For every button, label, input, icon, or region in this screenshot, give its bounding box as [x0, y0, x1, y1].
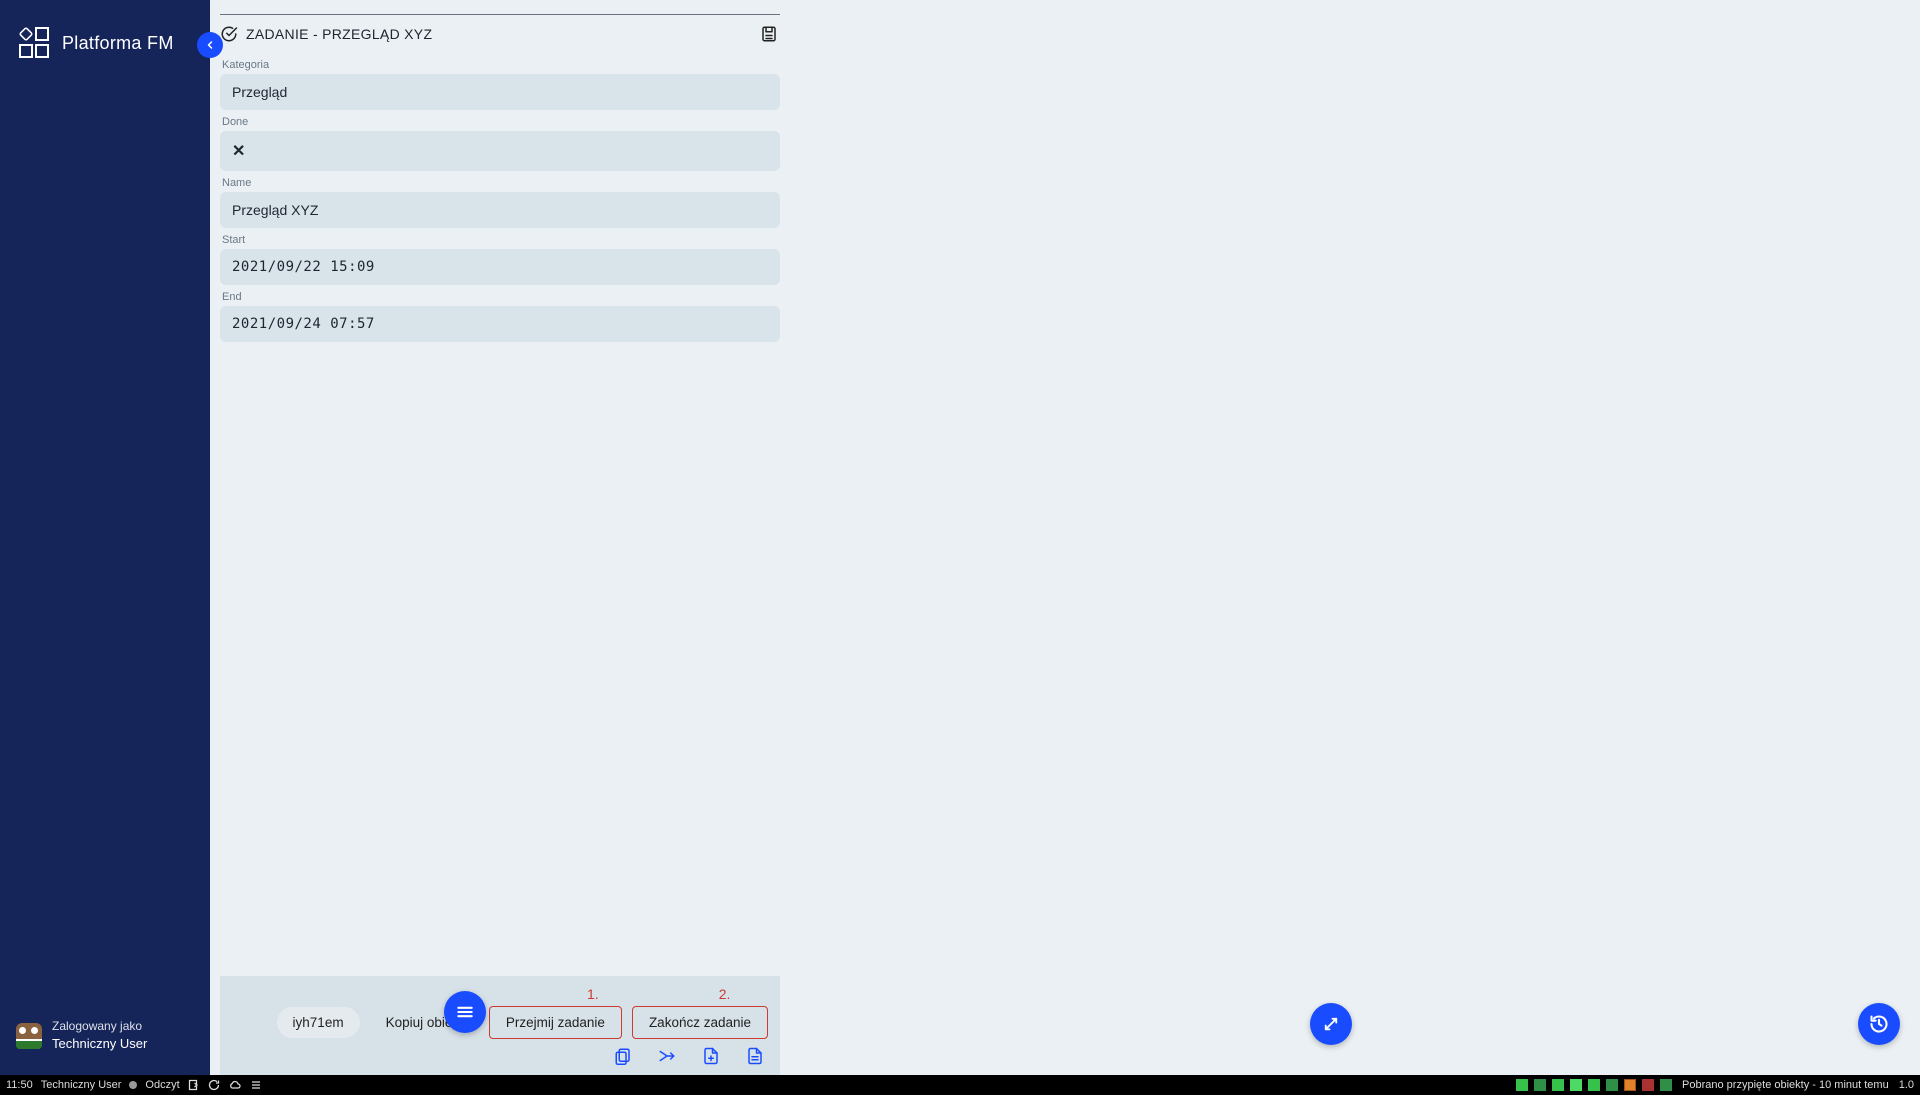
status-dot-icon: [129, 1081, 137, 1089]
status-bar: 11:50 Techniczny User Odczyt Pobrano prz…: [0, 1075, 1920, 1095]
sidebar-collapse-button[interactable]: [197, 32, 223, 58]
status-user: Techniczny User: [41, 1079, 122, 1091]
field-end-label: End: [220, 291, 780, 303]
app-brand: Platforma FM: [62, 33, 174, 54]
annotation-1: 1.: [587, 986, 599, 1002]
field-done-label: Done: [220, 116, 780, 128]
task-code-chip[interactable]: iyh71em: [277, 1007, 360, 1038]
file-text-icon[interactable]: [746, 1047, 764, 1065]
app-logo: [18, 26, 52, 60]
clipboard-icon[interactable]: [614, 1047, 632, 1065]
task-check-icon: [220, 25, 238, 43]
sidebar: Platforma FM Zalogowany jako Techniczny …: [0, 0, 210, 1075]
username: Techniczny User: [52, 1035, 147, 1053]
status-tray-icons: [1516, 1079, 1672, 1091]
status-version: 1.0: [1899, 1079, 1914, 1091]
status-list-icon[interactable]: [250, 1079, 262, 1091]
page-title: ZADANIE - PRZEGLĄD XYZ: [246, 26, 432, 42]
finish-task-button[interactable]: Zakończ zadanie: [632, 1006, 768, 1039]
field-kategoria[interactable]: Przegląd: [220, 74, 780, 110]
field-done[interactable]: ✕: [220, 131, 780, 171]
save-icon[interactable]: [760, 25, 778, 43]
field-kategoria-label: Kategoria: [220, 59, 780, 71]
logged-as-label: Zalogowany jako: [52, 1018, 147, 1035]
status-time: 11:50: [6, 1079, 33, 1091]
field-start[interactable]: 2021/09/22 15:09: [220, 249, 780, 285]
file-plus-icon[interactable]: [702, 1047, 720, 1065]
status-cloud-icon[interactable]: [228, 1079, 242, 1091]
fab-history-button[interactable]: [1858, 1003, 1900, 1045]
field-start-label: Start: [220, 234, 780, 246]
task-panel: ZADANIE - PRZEGLĄD XYZ Kategoria Przeglą…: [220, 0, 780, 1075]
content-area: ZADANIE - PRZEGLĄD XYZ Kategoria Przeglą…: [210, 0, 1920, 1075]
annotation-2: 2.: [719, 986, 731, 1002]
field-name[interactable]: Przegląd XYZ: [220, 192, 780, 228]
avatar: [16, 1023, 42, 1049]
divider: [220, 14, 780, 15]
status-message: Pobrano przypięte obiekty - 10 minut tem…: [1682, 1079, 1889, 1091]
status-exit-icon[interactable]: [188, 1079, 200, 1091]
field-end[interactable]: 2021/09/24 07:57: [220, 306, 780, 342]
fab-menu-button[interactable]: [444, 991, 486, 1033]
task-footer: 1. 2. iyh71em Kopiuj obiekt Przejmij zad…: [220, 976, 780, 1075]
field-name-label: Name: [220, 177, 780, 189]
fab-expand-button[interactable]: [1310, 1003, 1352, 1045]
merge-icon[interactable]: [658, 1047, 676, 1065]
status-mode: Odczyt: [145, 1079, 179, 1091]
take-task-button[interactable]: Przejmij zadanie: [489, 1006, 622, 1039]
status-refresh-icon[interactable]: [208, 1079, 220, 1091]
